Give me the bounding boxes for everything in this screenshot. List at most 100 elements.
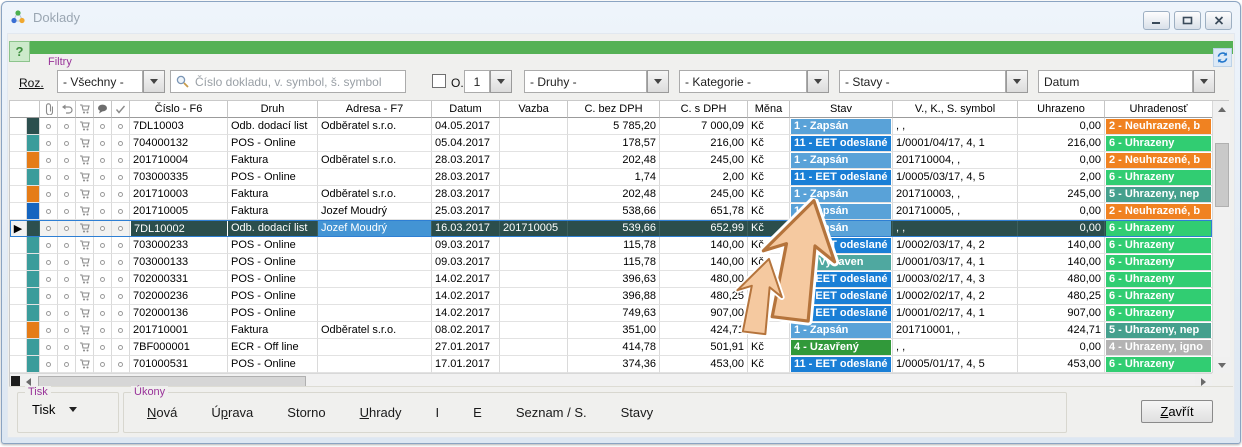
cell-stav[interactable]: 11 - EET odeslané [790,237,893,254]
cell-bez-dph[interactable]: 202,48 [568,152,660,169]
table-row[interactable]: 703000335POS - Online28.03.20171,742,00K… [10,169,1212,186]
cell-adresa[interactable] [318,288,432,305]
cell-vazba[interactable] [500,203,568,220]
cell-mena[interactable]: Kč [748,322,790,339]
kategorie-dropdown-button[interactable] [807,70,829,93]
row-pointer-cell[interactable] [10,271,27,288]
cell-symbol[interactable]: 1/0005/03/17, 4, 5 [893,169,1018,186]
cell-adresa[interactable] [318,254,432,271]
cell-bez-dph[interactable]: 374,36 [568,356,660,373]
cell-stav[interactable]: 11 - EET odeslané [790,288,893,305]
cell-stav[interactable]: 1 - Zapsán [790,186,893,203]
action-button-storno[interactable]: Storno [270,401,342,424]
cell-symbol[interactable]: 201710001, , [893,322,1018,339]
action-button-e[interactable]: E [456,401,499,424]
cell-symbol[interactable]: , , [893,220,1018,237]
cell-mena[interactable]: Kč [748,305,790,322]
cell-s-dph[interactable]: 907,00 [660,305,748,322]
col-stav[interactable]: Stav [790,101,893,118]
table-row[interactable]: 703000233POS - Online09.03.2017115,78140… [10,237,1212,254]
cell-uhrazeno[interactable]: 245,00 [1018,186,1105,203]
cell-druh[interactable]: POS - Online [228,169,318,186]
cell-uhradenost[interactable]: 2 - Neuhrazené, b [1105,203,1212,220]
cell-vazba[interactable] [500,288,568,305]
cell-uhradenost[interactable]: 6 - Uhrazeny [1105,220,1212,237]
cell-s-dph[interactable]: 7 000,09 [660,118,748,135]
row-pointer-cell[interactable] [10,288,27,305]
cell-mena[interactable]: Kč [748,118,790,135]
cell-mena[interactable]: Kč [748,288,790,305]
cell-datum[interactable]: 28.03.2017 [432,169,500,186]
row-pointer-cell[interactable]: ▶ [10,220,27,237]
cell-s-dph[interactable]: 651,78 [660,203,748,220]
cell-stav[interactable]: 11 - EET odeslané [790,135,893,152]
cell-vazba[interactable] [500,169,568,186]
action-button-uprava[interactable]: Úprava [194,401,270,424]
cell-vazba[interactable] [500,118,568,135]
cell-adresa[interactable]: Jozef Moudrý [318,203,432,220]
scroll-down-button[interactable] [1213,357,1231,373]
table-row[interactable]: 201710004FakturaOdběratel s.r.o.28.03.20… [10,152,1212,169]
cell-uhrazeno[interactable]: 0,00 [1018,152,1105,169]
datum-dropdown-button[interactable] [1193,70,1215,93]
cell-uhrazeno[interactable]: 2,00 [1018,169,1105,186]
cell-symbol[interactable]: , , [893,339,1018,356]
cell-vazba[interactable] [500,254,568,271]
cell-uhradenost[interactable]: 6 - Uhrazeny [1105,356,1212,373]
cell-druh[interactable]: Odb. dodací list [228,118,318,135]
table-row[interactable]: 7DL10003Odb. dodací listOdběratel s.r.o.… [10,118,1212,135]
close-button[interactable] [1205,11,1232,30]
cell-uhradenost[interactable]: 6 - Uhrazeny [1105,271,1212,288]
cell-cislo[interactable]: 702000236 [130,288,228,305]
cell-s-dph[interactable]: 2,00 [660,169,748,186]
cell-cislo[interactable]: 201710004 [130,152,228,169]
row-pointer-cell[interactable] [10,186,27,203]
paperclip-icon[interactable] [40,101,58,118]
cell-adresa[interactable] [318,356,432,373]
count-dropdown-button[interactable] [490,70,512,93]
cell-cislo[interactable]: 7DL10002 [130,220,228,237]
cell-adresa[interactable]: Odběratel s.r.o. [318,322,432,339]
row-pointer-cell[interactable] [10,169,27,186]
cell-vazba[interactable] [500,237,568,254]
check-icon[interactable] [112,101,130,118]
cell-mena[interactable]: Kč [748,203,790,220]
cell-cislo[interactable]: 702000136 [130,305,228,322]
cell-mena[interactable]: Kč [748,254,790,271]
table-row[interactable]: ▶7DL10002Odb. dodací listJozef Moudrý16.… [10,220,1212,237]
scope-dropdown[interactable]: - Všechny - [57,70,143,93]
search-input[interactable] [193,74,400,90]
cell-symbol[interactable]: 201710003, , [893,186,1018,203]
cell-adresa[interactable] [318,237,432,254]
row-pointer-cell[interactable] [10,339,27,356]
o-checkbox[interactable] [432,74,446,88]
cell-druh[interactable]: POS - Online [228,288,318,305]
vertical-scroll-thumb[interactable] [1215,143,1229,207]
cell-symbol[interactable]: 1/0003/02/17, 4, 3 [893,271,1018,288]
cell-uhrazeno[interactable]: 480,00 [1018,271,1105,288]
cell-uhradenost[interactable]: 5 - Uhrazeny, nep [1105,186,1212,203]
row-pointer-cell[interactable] [10,305,27,322]
row-pointer-cell[interactable] [10,237,27,254]
cell-druh[interactable]: Faktura [228,186,318,203]
table-row[interactable]: 704000132POS - Online05.04.2017178,57216… [10,135,1212,152]
row-pointer-cell[interactable] [10,152,27,169]
cell-uhrazeno[interactable]: 453,00 [1018,356,1105,373]
cell-mena[interactable]: Kč [748,237,790,254]
cell-s-dph[interactable]: 245,00 [660,186,748,203]
cell-cislo[interactable]: 201710003 [130,186,228,203]
cell-s-dph[interactable]: 140,00 [660,254,748,271]
vertical-scrollbar[interactable] [1212,101,1230,373]
col-s-dph[interactable]: C. s DPH [660,101,748,118]
row-pointer-cell[interactable] [10,203,27,220]
cell-bez-dph[interactable]: 178,57 [568,135,660,152]
cell-datum[interactable]: 08.02.2017 [432,322,500,339]
cell-bez-dph[interactable]: 5 785,20 [568,118,660,135]
tisk-button[interactable]: Tisk [32,402,77,417]
cell-stav[interactable]: 1 - Zapsán [790,220,893,237]
row-pointer-cell[interactable] [10,135,27,152]
cell-stav[interactable]: 1 - Zapsán [790,322,893,339]
col-cislo[interactable]: Číslo - F6 [130,101,228,118]
cell-cislo[interactable]: 703000133 [130,254,228,271]
action-button-uhrady[interactable]: Uhrady [343,401,419,424]
